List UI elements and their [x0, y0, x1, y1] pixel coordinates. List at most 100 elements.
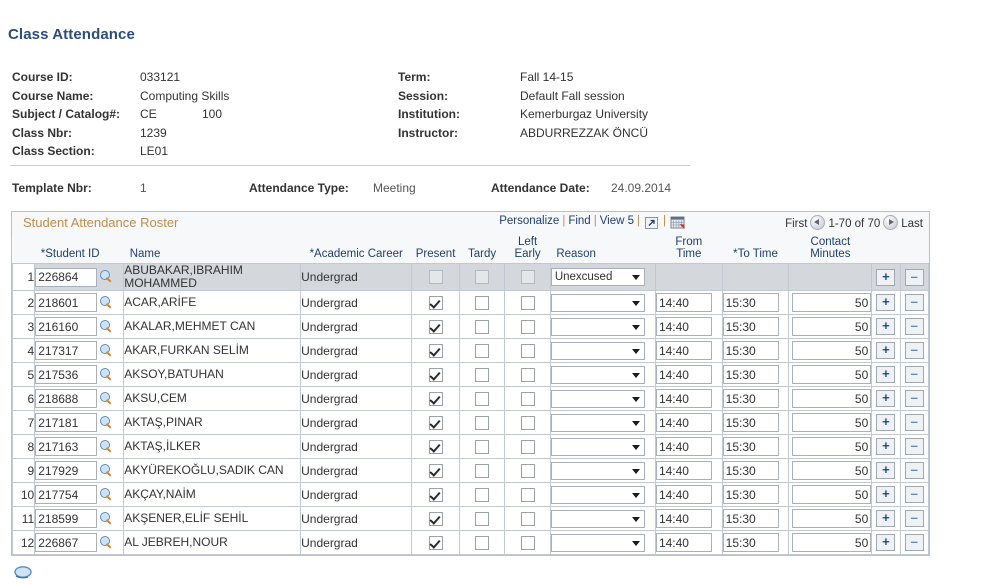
- present-checkbox[interactable]: [428, 295, 443, 310]
- from-time-input[interactable]: [656, 437, 712, 456]
- student-id-input[interactable]: [35, 267, 98, 287]
- from-time-input[interactable]: [656, 341, 712, 360]
- tardy-checkbox[interactable]: [475, 270, 490, 285]
- reason-select[interactable]: [551, 533, 645, 552]
- remove-row-button[interactable]: –: [904, 438, 924, 455]
- remove-row-button[interactable]: –: [904, 390, 924, 407]
- reason-select[interactable]: [551, 437, 645, 456]
- tardy-checkbox[interactable]: [475, 415, 490, 430]
- reason-select[interactable]: [551, 365, 645, 384]
- present-checkbox[interactable]: [428, 319, 443, 334]
- reason-select[interactable]: Unexcused: [551, 268, 645, 286]
- contact-minutes-input[interactable]: [792, 485, 871, 504]
- tardy-checkbox[interactable]: [475, 487, 490, 502]
- lookup-icon[interactable]: [100, 391, 114, 406]
- add-row-button[interactable]: +: [876, 268, 896, 286]
- reason-select[interactable]: [551, 485, 645, 504]
- reason-select[interactable]: [551, 293, 645, 312]
- lookup-icon[interactable]: [100, 415, 114, 430]
- add-row-button[interactable]: +: [876, 438, 896, 455]
- tardy-checkbox[interactable]: [475, 439, 490, 454]
- lookup-icon[interactable]: [100, 439, 114, 454]
- present-checkbox[interactable]: [428, 535, 443, 550]
- remove-row-button[interactable]: –: [904, 318, 924, 335]
- left-early-checkbox[interactable]: [520, 319, 535, 334]
- view-all-link[interactable]: View 5: [600, 215, 634, 227]
- left-early-checkbox[interactable]: [520, 391, 535, 406]
- remove-row-button[interactable]: –: [904, 486, 924, 503]
- student-id-input[interactable]: [35, 293, 98, 312]
- lookup-icon[interactable]: [100, 319, 114, 334]
- reason-select[interactable]: [551, 389, 645, 408]
- add-row-button[interactable]: +: [876, 318, 896, 335]
- from-time-input[interactable]: [656, 485, 712, 504]
- contact-minutes-input[interactable]: [792, 437, 871, 456]
- left-early-checkbox[interactable]: [520, 511, 535, 526]
- to-time-input[interactable]: [723, 341, 779, 360]
- to-time-input[interactable]: [723, 485, 779, 504]
- present-checkbox[interactable]: [428, 367, 443, 382]
- lookup-icon[interactable]: [100, 535, 114, 550]
- left-early-checkbox[interactable]: [520, 463, 535, 478]
- add-row-button[interactable]: +: [876, 462, 896, 479]
- find-link[interactable]: Find: [568, 215, 590, 227]
- reason-select[interactable]: [551, 413, 645, 432]
- add-row-button[interactable]: +: [876, 390, 896, 407]
- present-checkbox[interactable]: [428, 343, 443, 358]
- to-time-input[interactable]: [723, 509, 779, 528]
- personalize-link[interactable]: Personalize: [499, 215, 559, 227]
- student-id-input[interactable]: [35, 461, 98, 480]
- tardy-checkbox[interactable]: [475, 511, 490, 526]
- student-id-input[interactable]: [35, 341, 98, 360]
- add-row-button[interactable]: +: [876, 342, 896, 359]
- from-time-input[interactable]: [656, 533, 712, 552]
- student-id-input[interactable]: [35, 365, 98, 384]
- add-row-button[interactable]: +: [876, 366, 896, 383]
- remove-row-button[interactable]: –: [904, 414, 924, 431]
- left-early-checkbox[interactable]: [520, 343, 535, 358]
- contact-minutes-input[interactable]: [792, 413, 871, 432]
- last-page-link[interactable]: Last: [901, 218, 923, 230]
- add-row-button[interactable]: +: [876, 510, 896, 527]
- left-early-checkbox[interactable]: [520, 270, 535, 285]
- present-checkbox[interactable]: [428, 391, 443, 406]
- add-row-button[interactable]: +: [876, 534, 896, 551]
- first-page-link[interactable]: First: [785, 218, 807, 230]
- from-time-input[interactable]: [656, 317, 712, 336]
- reason-select[interactable]: [551, 317, 645, 336]
- tardy-checkbox[interactable]: [475, 319, 490, 334]
- to-time-input[interactable]: [723, 533, 779, 552]
- tardy-checkbox[interactable]: [475, 463, 490, 478]
- student-id-input[interactable]: [35, 389, 98, 408]
- next-arrow-icon[interactable]: [883, 215, 899, 230]
- tardy-checkbox[interactable]: [475, 535, 490, 550]
- contact-minutes-input[interactable]: [792, 365, 871, 384]
- tardy-checkbox[interactable]: [475, 295, 490, 310]
- present-checkbox[interactable]: [428, 463, 443, 478]
- from-time-input[interactable]: [656, 389, 712, 408]
- left-early-checkbox[interactable]: [520, 487, 535, 502]
- remove-row-button[interactable]: –: [904, 294, 924, 311]
- remove-row-button[interactable]: –: [904, 342, 924, 359]
- tardy-checkbox[interactable]: [475, 343, 490, 358]
- contact-minutes-input[interactable]: [792, 509, 871, 528]
- remove-row-button[interactable]: –: [904, 462, 924, 479]
- from-time-input[interactable]: [656, 365, 712, 384]
- reason-select[interactable]: [551, 341, 645, 360]
- present-checkbox[interactable]: [428, 270, 443, 285]
- from-time-input[interactable]: [656, 509, 712, 528]
- present-checkbox[interactable]: [428, 511, 443, 526]
- remove-row-button[interactable]: –: [904, 366, 924, 383]
- contact-minutes-input[interactable]: [792, 461, 871, 480]
- remove-row-button[interactable]: –: [904, 534, 924, 551]
- remove-row-button[interactable]: –: [904, 510, 924, 527]
- to-time-input[interactable]: [723, 317, 779, 336]
- contact-minutes-input[interactable]: [792, 341, 871, 360]
- reason-select[interactable]: [551, 461, 645, 480]
- contact-minutes-input[interactable]: [792, 533, 871, 552]
- present-checkbox[interactable]: [428, 487, 443, 502]
- present-checkbox[interactable]: [428, 415, 443, 430]
- present-checkbox[interactable]: [428, 439, 443, 454]
- previous-arrow-icon[interactable]: [810, 215, 826, 230]
- student-id-input[interactable]: [35, 533, 98, 552]
